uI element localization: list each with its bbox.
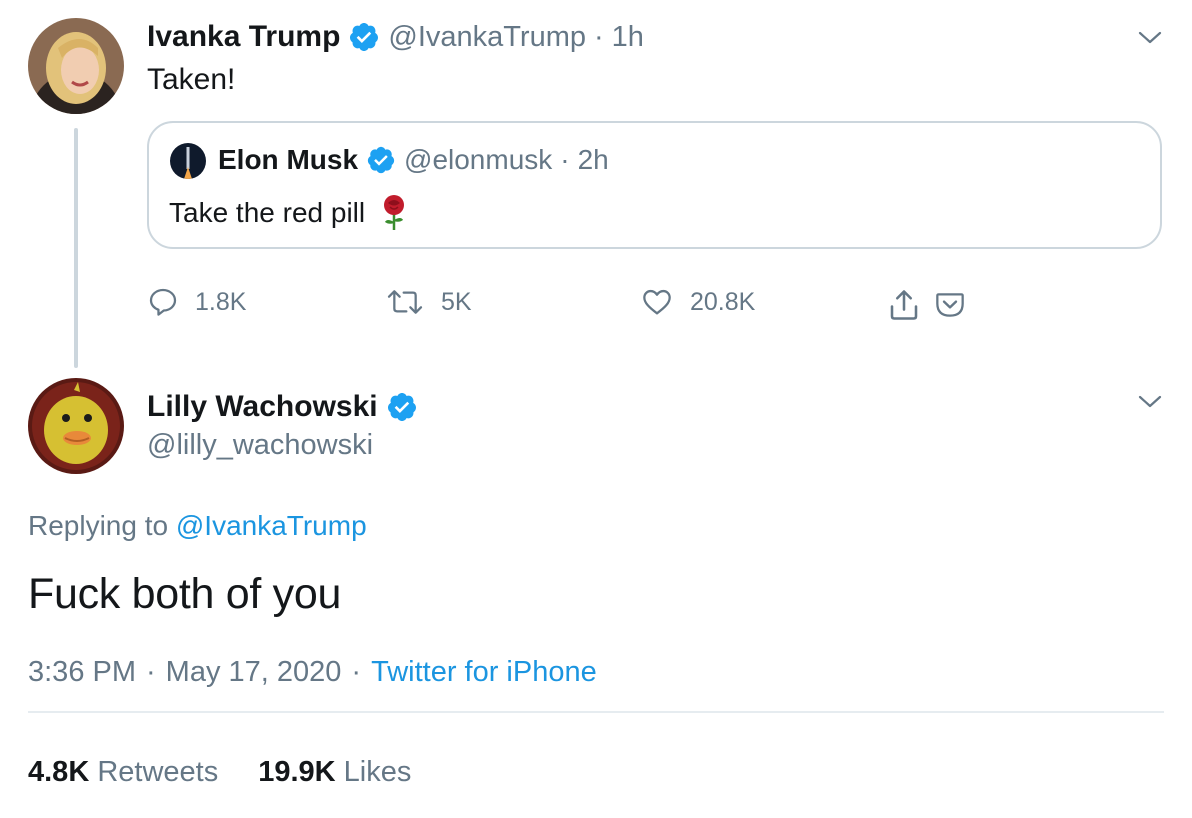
replying-to-line: Replying to @IvankaTrump bbox=[28, 510, 367, 542]
author-handle[interactable]: @IvankaTrump bbox=[388, 21, 586, 54]
like-count: 20.8K bbox=[690, 287, 756, 316]
avatar-ivanka-image bbox=[28, 18, 124, 114]
separator-dot: · bbox=[560, 144, 570, 175]
separator-dot: · bbox=[351, 656, 362, 688]
tweet1-header: Ivanka Trump @IvankaTrump · 1h bbox=[147, 20, 644, 54]
separator-dot: · bbox=[146, 656, 156, 688]
chevron-down-icon[interactable] bbox=[1138, 395, 1162, 409]
tweet-meta: 3:36 PM · May 17, 2020 · Twitter for iPh… bbox=[28, 656, 597, 689]
tweet2-header: Lilly Wachowski bbox=[147, 390, 418, 424]
verified-badge-icon bbox=[350, 23, 379, 51]
separator-dot: · bbox=[594, 20, 604, 53]
likes-stat[interactable]: 19.9K Likes bbox=[258, 756, 411, 789]
quote-header: Elon Musk @elonmusk · 2h bbox=[218, 144, 609, 176]
reply-action[interactable]: 1.8K bbox=[147, 286, 246, 318]
reply-count: 1.8K bbox=[195, 287, 247, 316]
tweet2-text: Fuck both of you bbox=[28, 570, 342, 618]
tweet-source-link[interactable]: Twitter for iPhone bbox=[371, 656, 597, 689]
tweet-stats: 4.8K Retweets 19.9K Likes bbox=[28, 756, 411, 789]
tweet-date[interactable]: May 17, 2020 bbox=[166, 656, 342, 689]
retweet-icon bbox=[387, 290, 423, 314]
verified-badge-icon bbox=[387, 393, 416, 421]
avatar-elon-image bbox=[170, 143, 206, 179]
pocket-icon bbox=[936, 293, 964, 317]
chevron-down-icon[interactable] bbox=[1138, 31, 1162, 45]
share-action[interactable] bbox=[886, 287, 922, 328]
retweets-stat[interactable]: 4.8K Retweets bbox=[28, 756, 218, 789]
author-name[interactable]: Ivanka Trump bbox=[147, 20, 340, 54]
retweet-action[interactable]: 5K bbox=[385, 286, 472, 318]
author-name[interactable]: Lilly Wachowski bbox=[147, 390, 378, 424]
likes-label: Likes bbox=[343, 756, 412, 788]
author-handle[interactable]: @lilly_wachowski bbox=[147, 429, 373, 462]
share-icon bbox=[890, 290, 918, 320]
replying-to-link[interactable]: @IvankaTrump bbox=[176, 510, 367, 541]
verified-badge-icon bbox=[367, 146, 395, 174]
avatar-lilly[interactable] bbox=[28, 378, 124, 474]
tweet1-text: Taken! bbox=[147, 63, 236, 96]
pocket-action[interactable] bbox=[934, 289, 966, 326]
likes-count: 19.9K bbox=[258, 756, 336, 788]
retweet-count: 5K bbox=[441, 287, 472, 316]
quote-time[interactable]: 2h bbox=[578, 144, 609, 176]
quote-body: Take the red pill bbox=[169, 194, 409, 232]
thread-connector-line bbox=[74, 128, 78, 368]
replying-label: Replying to bbox=[28, 510, 169, 541]
tweet-time[interactable]: 3:36 PM bbox=[28, 656, 136, 689]
quote-author-handle[interactable]: @elonmusk bbox=[404, 144, 552, 176]
reply-icon bbox=[149, 288, 177, 316]
avatar-ivanka[interactable] bbox=[28, 18, 124, 114]
retweets-label: Retweets bbox=[97, 756, 219, 788]
avatar-elon[interactable] bbox=[170, 143, 206, 179]
retweets-count: 4.8K bbox=[28, 756, 90, 788]
quote-text: Take the red pill bbox=[169, 197, 366, 228]
tweet-time[interactable]: 1h bbox=[612, 21, 644, 54]
heart-icon bbox=[643, 289, 671, 315]
like-action[interactable]: 20.8K bbox=[640, 286, 755, 318]
avatar-lilly-image bbox=[28, 378, 124, 474]
rose-icon bbox=[384, 195, 405, 230]
quote-author-name[interactable]: Elon Musk bbox=[218, 144, 358, 176]
divider bbox=[28, 711, 1164, 713]
